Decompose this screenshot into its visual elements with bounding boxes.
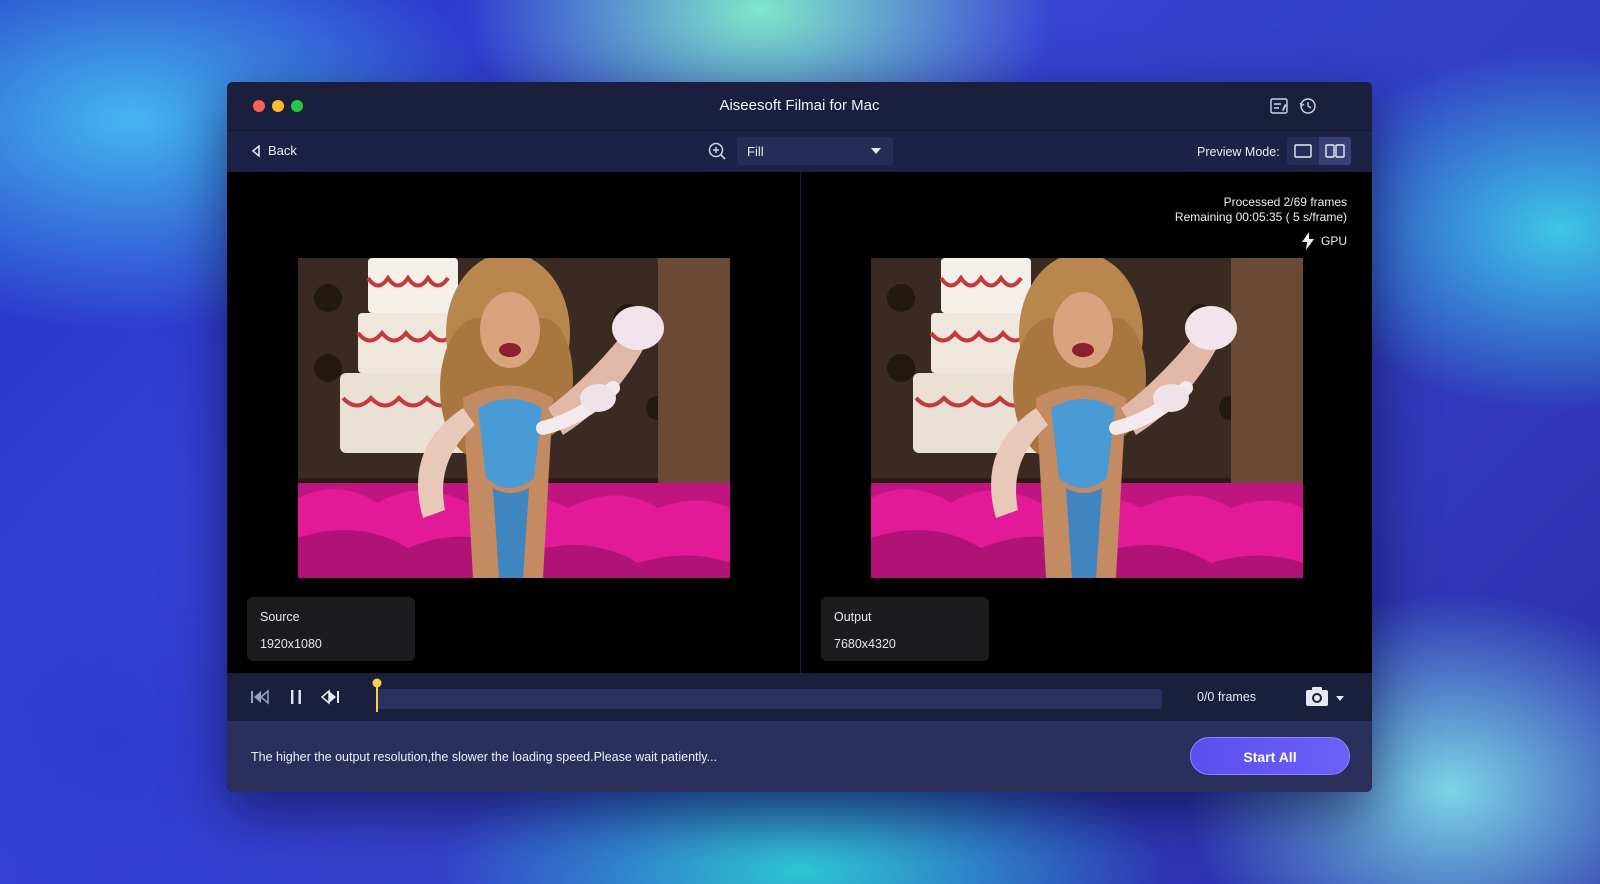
footer-bar: The higher the output resolution,the slo… (227, 721, 1372, 792)
title-bar: Aiseesoft Filmai for Mac (227, 82, 1372, 130)
output-preview-pane: Processed 2/69 frames Remaining 00:05:35… (801, 172, 1372, 673)
source-label: Source (260, 610, 300, 624)
source-preview-pane: Source 1920x1080 (227, 172, 801, 673)
zoom-mode-select[interactable]: Fill (737, 137, 893, 165)
timeline-track[interactable] (377, 689, 1162, 709)
list-icon[interactable] (1269, 96, 1289, 116)
output-video-frame (871, 258, 1303, 578)
processed-frames-text: Processed 2/69 frames (1223, 195, 1347, 209)
output-info-card: Output 7680x4320 (821, 597, 989, 661)
preview-mode-label: Preview Mode: (1197, 145, 1280, 159)
chevron-down-icon (871, 148, 881, 154)
remaining-time-text: Remaining 00:05:35 ( 5 s/frame) (1174, 210, 1347, 224)
preview-mode-toggle (1287, 137, 1351, 165)
next-frame-icon[interactable] (319, 687, 341, 707)
gpu-label: GPU (1320, 234, 1347, 248)
lightning-icon (1301, 232, 1314, 250)
back-arrow-icon (251, 144, 260, 157)
snapshot-button[interactable] (1304, 685, 1346, 709)
timeline-playhead[interactable] (372, 678, 382, 712)
source-video-frame (298, 258, 730, 578)
split-view-button[interactable] (1319, 137, 1351, 165)
zoom-in-icon[interactable] (707, 141, 727, 161)
single-view-icon (1294, 144, 1312, 158)
start-all-button[interactable]: Start All (1190, 737, 1350, 775)
single-view-button[interactable] (1287, 137, 1319, 165)
back-label: Back (268, 143, 297, 158)
loading-hint: The higher the output resolution,the slo… (251, 750, 718, 764)
pause-icon[interactable] (285, 687, 307, 707)
output-label: Output (834, 610, 872, 624)
toolbar: Back Fill Preview Mode: (227, 130, 1372, 173)
playback-controls: 0/0 frames (227, 673, 1372, 721)
history-icon[interactable] (1298, 96, 1318, 116)
processing-status: Processed 2/69 frames Remaining 00:05:35… (1175, 195, 1347, 225)
gpu-indicator: GPU (1301, 232, 1347, 250)
previous-frame-icon[interactable] (249, 687, 271, 707)
source-resolution: 1920x1080 (260, 637, 322, 651)
back-button[interactable]: Back (251, 143, 297, 158)
window-title: Aiseesoft Filmai for Mac (719, 97, 880, 114)
app-window: Aiseesoft Filmai for Mac Back Fill Previ… (227, 82, 1372, 792)
camera-icon (1306, 687, 1344, 706)
zoom-mode-value: Fill (747, 144, 764, 159)
output-resolution: 7680x4320 (834, 637, 896, 651)
source-info-card: Source 1920x1080 (247, 597, 415, 661)
split-view-icon (1325, 144, 1345, 158)
frame-counter: 0/0 frames (1197, 690, 1257, 704)
